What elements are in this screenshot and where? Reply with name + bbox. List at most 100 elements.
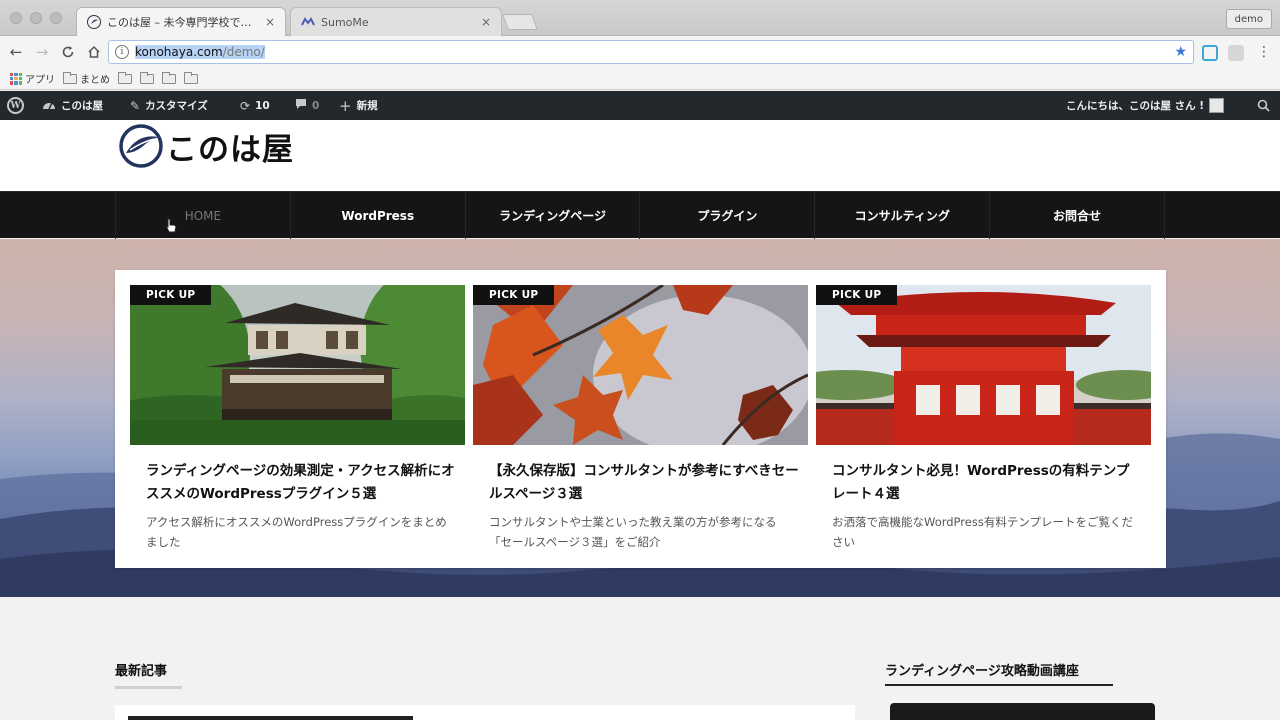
admin-comments-link[interactable]: 0 <box>295 91 319 120</box>
video-widget[interactable] <box>890 703 1155 720</box>
menu-icon[interactable]: ⋮ <box>1254 42 1274 62</box>
sidebar-widget-heading: ランディングページ攻略動画講座 <box>885 664 1079 679</box>
back-arrow-icon[interactable]: ← <box>6 42 26 62</box>
content-area <box>0 597 1280 720</box>
home-icon[interactable] <box>84 42 104 62</box>
bookmark-star-icon[interactable]: ★ <box>1174 44 1187 60</box>
folder-icon <box>162 71 176 84</box>
brush-icon: ✎ <box>130 98 141 113</box>
pickup-panel: PICK UP ランディングページの効果測定・アクセス解析にオススメのWordP… <box>115 270 1166 568</box>
admin-customize-label: カスタマイズ <box>145 100 208 112</box>
wp-logo-button[interactable]: W <box>7 91 24 120</box>
address-bar[interactable]: i konohaya.com/demo/ ★ <box>108 40 1194 64</box>
bookmark-folder[interactable] <box>140 71 154 84</box>
pickup-badge: PICK UP <box>473 285 555 305</box>
red-shrine-gate-image <box>816 285 1151 445</box>
card-excerpt: コンサルタントや士業といった教え業の方が参考になる「セールスページ３選」をご紹介 <box>489 515 777 549</box>
tab-close-icon[interactable]: × <box>263 15 277 29</box>
avatar <box>1209 98 1225 113</box>
admin-search-button[interactable] <box>1257 91 1270 120</box>
folder-icon <box>63 71 77 84</box>
card-title-link[interactable]: 【永久保存版】コンサルタントが参考にすべきセールスページ３選 <box>489 460 799 506</box>
pickup-card[interactable]: PICK UP ランディングページの効果測定・アクセス解析にオススメのWordP… <box>130 285 465 555</box>
bookmark-folder-matome[interactable]: まとめ <box>63 71 110 86</box>
bookmark-folder[interactable] <box>184 71 198 84</box>
mouse-pointer-icon <box>165 218 177 233</box>
pickup-card[interactable]: PICK UP 【永久保存版】コンサルタントが参考にすべきセールスページ３選 コ… <box>473 285 808 555</box>
autumn-maple-leaves-image <box>473 285 808 445</box>
admin-comments-count: 0 <box>312 99 320 112</box>
url-host: konohaya.com <box>135 45 223 59</box>
admin-updates-count: 10 <box>255 99 270 112</box>
reload-icon[interactable] <box>58 42 78 62</box>
card-thumbnail[interactable]: PICK UP <box>130 285 465 445</box>
main-navigation: HOME WordPress ランディングページ プラグイン コンサルティング … <box>0 191 1280 239</box>
extension-icon[interactable] <box>1228 45 1244 61</box>
sumome-favicon-icon <box>301 15 315 29</box>
search-icon <box>1257 99 1270 112</box>
folder-icon <box>184 71 198 84</box>
nav-item-consulting[interactable]: コンサルティング <box>814 192 989 239</box>
bookmark-folder[interactable] <box>118 71 132 84</box>
site-logo-text: このは屋 <box>166 131 294 168</box>
updates-icon: ⟳ <box>240 98 251 113</box>
latest-post-thumbnail[interactable] <box>128 716 413 720</box>
folder-icon <box>140 71 154 84</box>
admin-updates-link[interactable]: ⟳ 10 <box>240 91 270 120</box>
bookmarks-bar: アプリ まとめ <box>0 68 1280 90</box>
nav-item-landing-page[interactable]: ランディングページ <box>464 192 640 239</box>
tab-konohaya[interactable]: このは屋 – 未今専門学校ではなる × <box>76 7 286 36</box>
card-thumbnail[interactable]: PICK UP <box>473 285 808 445</box>
tab-close-icon[interactable]: × <box>479 15 493 29</box>
nav-item-contact[interactable]: お問合せ <box>989 192 1165 239</box>
forward-arrow-icon[interactable]: → <box>32 42 52 62</box>
site-header: このは屋 <box>0 120 1280 191</box>
temple-pavilion-image <box>130 285 465 445</box>
bookmark-apps[interactable]: アプリ <box>10 71 55 86</box>
window-close-button[interactable] <box>10 12 22 24</box>
card-excerpt: アクセス解析にオススメのWordPressプラグインをまとめました <box>146 515 447 549</box>
pickup-badge: PICK UP <box>130 285 212 305</box>
comment-icon <box>295 98 307 113</box>
tab-title: SumoMe <box>321 15 369 29</box>
bookmark-folder[interactable] <box>162 71 176 84</box>
new-tab-button[interactable] <box>502 14 538 30</box>
browser-tabstrip: このは屋 – 未今専門学校ではなる × SumoMe × demo <box>0 0 1280 36</box>
heading-underline <box>885 684 1113 686</box>
window-zoom-button[interactable] <box>50 12 62 24</box>
heading-underline <box>115 686 182 689</box>
admin-customize-link[interactable]: ✎ カスタマイズ <box>130 91 208 120</box>
card-title-link[interactable]: コンサルタント必見！WordPressの有料テンプレート４選 <box>832 460 1142 506</box>
admin-site-link[interactable]: このは屋 <box>42 91 103 120</box>
card-excerpt: お洒落で高機能なWordPress有料テンプレートをご覧ください <box>832 515 1133 549</box>
wordpress-logo-icon: W <box>7 97 24 114</box>
page-info-icon[interactable]: i <box>115 45 129 59</box>
browser-toolbar: ← → i konohaya.com/demo/ ★ ⋮ <box>0 36 1280 68</box>
pickup-badge: PICK UP <box>816 285 898 305</box>
window-minimize-button[interactable] <box>30 12 42 24</box>
nav-item-home[interactable]: HOME <box>115 192 290 239</box>
tab-sumome[interactable]: SumoMe × <box>290 7 502 36</box>
card-thumbnail[interactable]: PICK UP <box>816 285 1151 445</box>
nav-item-wordpress[interactable]: WordPress <box>289 192 465 239</box>
extension-cast-icon[interactable] <box>1202 45 1218 61</box>
admin-new-label: 新規 <box>356 100 378 112</box>
admin-site-label: このは屋 <box>61 100 103 112</box>
apps-grid-icon <box>10 72 22 85</box>
folder-icon <box>118 71 132 84</box>
bookmark-label: アプリ <box>25 75 55 86</box>
plus-icon: + <box>339 96 352 115</box>
dashboard-icon <box>42 98 56 113</box>
admin-new-link[interactable]: + 新規 <box>339 91 378 120</box>
wp-admin-bar: W このは屋 ✎ カスタマイズ ⟳ 10 0 + 新規 こんにちは、このは屋 さ… <box>0 91 1280 120</box>
bookmark-label: まとめ <box>80 75 110 86</box>
card-title-link[interactable]: ランディングページの効果測定・アクセス解析にオススメのWordPressプラグイ… <box>146 460 456 506</box>
pickup-card[interactable]: PICK UP コンサルタント必見！WordPressの有料テンプレート４選 お… <box>816 285 1151 555</box>
profile-button[interactable]: demo <box>1225 9 1272 29</box>
tab-title: このは屋 – 未今専門学校ではなる <box>107 16 257 29</box>
leaf-logo-icon <box>119 124 163 168</box>
nav-item-plugin[interactable]: プラグイン <box>639 192 814 239</box>
admin-account-link[interactable]: こんにちは、このは屋 さん ! <box>1066 91 1225 120</box>
site-logo[interactable]: このは屋 <box>118 122 294 170</box>
latest-posts-heading: 最新記事 <box>115 664 168 679</box>
